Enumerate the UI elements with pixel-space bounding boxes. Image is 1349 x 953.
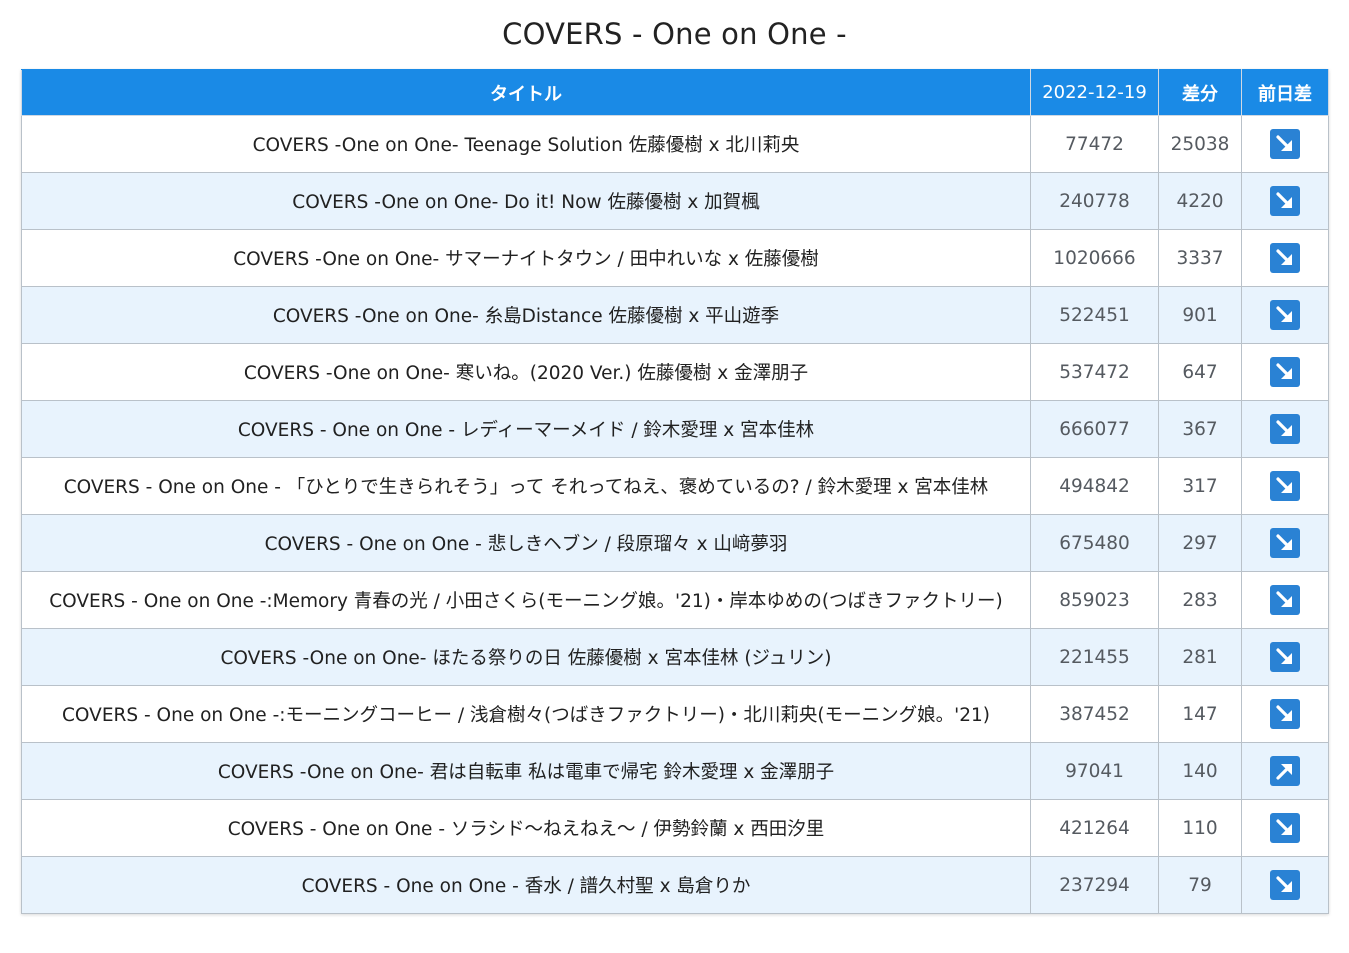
column-header-diff[interactable]: 差分: [1158, 69, 1242, 116]
table-row: COVERS - One on One - 悲しきヘブン / 段原瑠々 x 山﨑…: [21, 514, 1329, 572]
arrow-down-right-icon: [1270, 528, 1300, 558]
video-title-cell[interactable]: COVERS -One on One- 君は自転車 私は電車で帰宅 鈴木愛理 x…: [21, 742, 1031, 800]
diff-cell: 3337: [1158, 229, 1242, 287]
video-title-cell[interactable]: COVERS -One on One- ほたる祭りの日 佐藤優樹 x 宮本佳林 …: [21, 628, 1031, 686]
diff-cell: 647: [1158, 343, 1242, 401]
table-row: COVERS -One on One- 君は自転車 私は電車で帰宅 鈴木愛理 x…: [21, 742, 1329, 800]
table-header: タイトル 2022-12-19 差分 前日差: [21, 69, 1329, 116]
video-title-cell[interactable]: COVERS - One on One - 香水 / 譜久村聖 x 島倉りか: [21, 856, 1031, 914]
arrow-down-right-icon: [1270, 186, 1300, 216]
arrow-down-right-icon: [1270, 642, 1300, 672]
trend-cell: [1241, 400, 1329, 458]
video-title-cell[interactable]: COVERS -One on One- Teenage Solution 佐藤優…: [21, 115, 1031, 173]
diff-cell: 79: [1158, 856, 1242, 914]
trend-cell: [1241, 685, 1329, 743]
view-count-cell: 666077: [1030, 400, 1159, 458]
arrow-down-right-icon: [1270, 129, 1300, 159]
trend-cell: [1241, 571, 1329, 629]
view-count-cell: 240778: [1030, 172, 1159, 230]
column-header-count[interactable]: 2022-12-19: [1030, 69, 1159, 116]
diff-cell: 901: [1158, 286, 1242, 344]
view-count-cell: 537472: [1030, 343, 1159, 401]
arrow-down-right-icon: [1270, 870, 1300, 900]
trend-cell: [1241, 514, 1329, 572]
trend-cell: [1241, 229, 1329, 287]
arrow-down-right-icon: [1270, 699, 1300, 729]
view-count-cell: 1020666: [1030, 229, 1159, 287]
table-row: COVERS -One on One- ほたる祭りの日 佐藤優樹 x 宮本佳林 …: [21, 628, 1329, 686]
diff-cell: 140: [1158, 742, 1242, 800]
view-count-cell: 387452: [1030, 685, 1159, 743]
table-row: COVERS -One on One- 寒いね。(2020 Ver.) 佐藤優樹…: [21, 343, 1329, 401]
table-row: COVERS - One on One -:モーニングコーヒー / 浅倉樹々(つ…: [21, 685, 1329, 743]
diff-cell: 110: [1158, 799, 1242, 857]
arrow-down-right-icon: [1270, 471, 1300, 501]
view-count-cell: 522451: [1030, 286, 1159, 344]
header-row: タイトル 2022-12-19 差分 前日差: [21, 69, 1329, 116]
video-title-cell[interactable]: COVERS -One on One- サマーナイトタウン / 田中れいな x …: [21, 229, 1031, 287]
view-count-cell: 494842: [1030, 457, 1159, 515]
video-title-cell[interactable]: COVERS -One on One- Do it! Now 佐藤優樹 x 加賀…: [21, 172, 1031, 230]
column-header-title[interactable]: タイトル: [21, 69, 1031, 116]
view-count-cell: 859023: [1030, 571, 1159, 629]
table-row: COVERS -One on One- 糸島Distance 佐藤優樹 x 平山…: [21, 286, 1329, 344]
arrow-down-right-icon: [1270, 300, 1300, 330]
trend-cell: [1241, 343, 1329, 401]
arrow-down-right-icon: [1270, 243, 1300, 273]
ranking-table: タイトル 2022-12-19 差分 前日差 COVERS -One on On…: [21, 69, 1329, 914]
arrow-down-right-icon: [1270, 414, 1300, 444]
trend-cell: [1241, 286, 1329, 344]
table-row: COVERS - One on One - 「ひとりで生きられそう」って それっ…: [21, 457, 1329, 515]
table-row: COVERS - One on One - 香水 / 譜久村聖 x 島倉りか 23…: [21, 856, 1329, 914]
arrow-up-right-icon: [1270, 756, 1300, 786]
trend-cell: [1241, 742, 1329, 800]
diff-cell: 281: [1158, 628, 1242, 686]
arrow-down-right-icon: [1270, 585, 1300, 615]
diff-cell: 283: [1158, 571, 1242, 629]
column-header-trend[interactable]: 前日差: [1241, 69, 1329, 116]
table-row: COVERS -One on One- Teenage Solution 佐藤優…: [21, 115, 1329, 173]
page: COVERS - One on One - タイトル 2022-12-19 差分…: [0, 0, 1349, 953]
video-title-cell[interactable]: COVERS - One on One -:モーニングコーヒー / 浅倉樹々(つ…: [21, 685, 1031, 743]
diff-cell: 147: [1158, 685, 1242, 743]
table-row: COVERS - One on One - ソラシド〜ねえねえ〜 / 伊勢鈴蘭 …: [21, 799, 1329, 857]
view-count-cell: 421264: [1030, 799, 1159, 857]
arrow-down-right-icon: [1270, 357, 1300, 387]
video-title-cell[interactable]: COVERS - One on One - ソラシド〜ねえねえ〜 / 伊勢鈴蘭 …: [21, 799, 1031, 857]
page-title: COVERS - One on One -: [502, 17, 847, 51]
trend-cell: [1241, 115, 1329, 173]
video-title-cell[interactable]: COVERS -One on One- 糸島Distance 佐藤優樹 x 平山…: [21, 286, 1031, 344]
diff-cell: 25038: [1158, 115, 1242, 173]
view-count-cell: 237294: [1030, 856, 1159, 914]
video-title-cell[interactable]: COVERS -One on One- 寒いね。(2020 Ver.) 佐藤優樹…: [21, 343, 1031, 401]
video-title-cell[interactable]: COVERS - One on One - レディーマーメイド / 鈴木愛理 x…: [21, 400, 1031, 458]
view-count-cell: 97041: [1030, 742, 1159, 800]
table-row: COVERS - One on One - レディーマーメイド / 鈴木愛理 x…: [21, 400, 1329, 458]
trend-cell: [1241, 799, 1329, 857]
table-body: COVERS -One on One- Teenage Solution 佐藤優…: [21, 115, 1329, 914]
diff-cell: 297: [1158, 514, 1242, 572]
arrow-down-right-icon: [1270, 813, 1300, 843]
video-title-cell[interactable]: COVERS - One on One -:Memory 青春の光 / 小田さく…: [21, 571, 1031, 629]
trend-cell: [1241, 856, 1329, 914]
diff-cell: 367: [1158, 400, 1242, 458]
trend-cell: [1241, 457, 1329, 515]
table-row: COVERS -One on One- サマーナイトタウン / 田中れいな x …: [21, 229, 1329, 287]
table-row: COVERS - One on One -:Memory 青春の光 / 小田さく…: [21, 571, 1329, 629]
trend-cell: [1241, 628, 1329, 686]
table-row: COVERS -One on One- Do it! Now 佐藤優樹 x 加賀…: [21, 172, 1329, 230]
view-count-cell: 77472: [1030, 115, 1159, 173]
video-title-cell[interactable]: COVERS - One on One - 悲しきヘブン / 段原瑠々 x 山﨑…: [21, 514, 1031, 572]
view-count-cell: 675480: [1030, 514, 1159, 572]
view-count-cell: 221455: [1030, 628, 1159, 686]
video-title-cell[interactable]: COVERS - One on One - 「ひとりで生きられそう」って それっ…: [21, 457, 1031, 515]
diff-cell: 4220: [1158, 172, 1242, 230]
trend-cell: [1241, 172, 1329, 230]
diff-cell: 317: [1158, 457, 1242, 515]
